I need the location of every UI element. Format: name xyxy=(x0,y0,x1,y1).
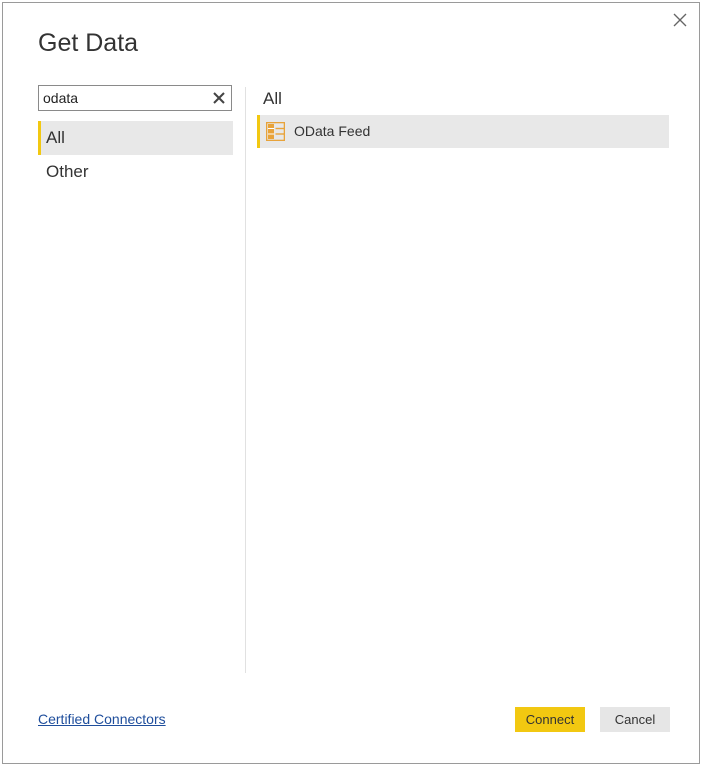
clear-icon xyxy=(213,92,225,104)
result-label: OData Feed xyxy=(294,123,371,139)
dialog-title: Get Data xyxy=(38,29,139,57)
connect-button[interactable]: Connect xyxy=(515,707,585,732)
category-list: All Other xyxy=(38,121,233,189)
certified-connectors-link[interactable]: Certified Connectors xyxy=(38,711,166,727)
category-item-all[interactable]: All xyxy=(38,121,233,155)
panel-divider xyxy=(245,87,246,673)
category-label: All xyxy=(46,128,65,147)
result-list: OData Feed xyxy=(257,115,669,148)
category-label: Other xyxy=(46,162,89,181)
clear-search-button[interactable] xyxy=(210,89,228,107)
search-input[interactable] xyxy=(43,88,203,108)
category-item-other[interactable]: Other xyxy=(38,155,233,189)
cancel-button[interactable]: Cancel xyxy=(600,707,670,732)
close-icon xyxy=(673,13,687,27)
close-button[interactable] xyxy=(669,9,691,31)
result-item-odata-feed[interactable]: OData Feed xyxy=(257,115,669,148)
get-data-dialog: Get Data All Other All xyxy=(2,2,700,764)
odata-feed-icon xyxy=(266,122,285,141)
results-header: All xyxy=(263,89,282,108)
search-box xyxy=(38,85,232,111)
